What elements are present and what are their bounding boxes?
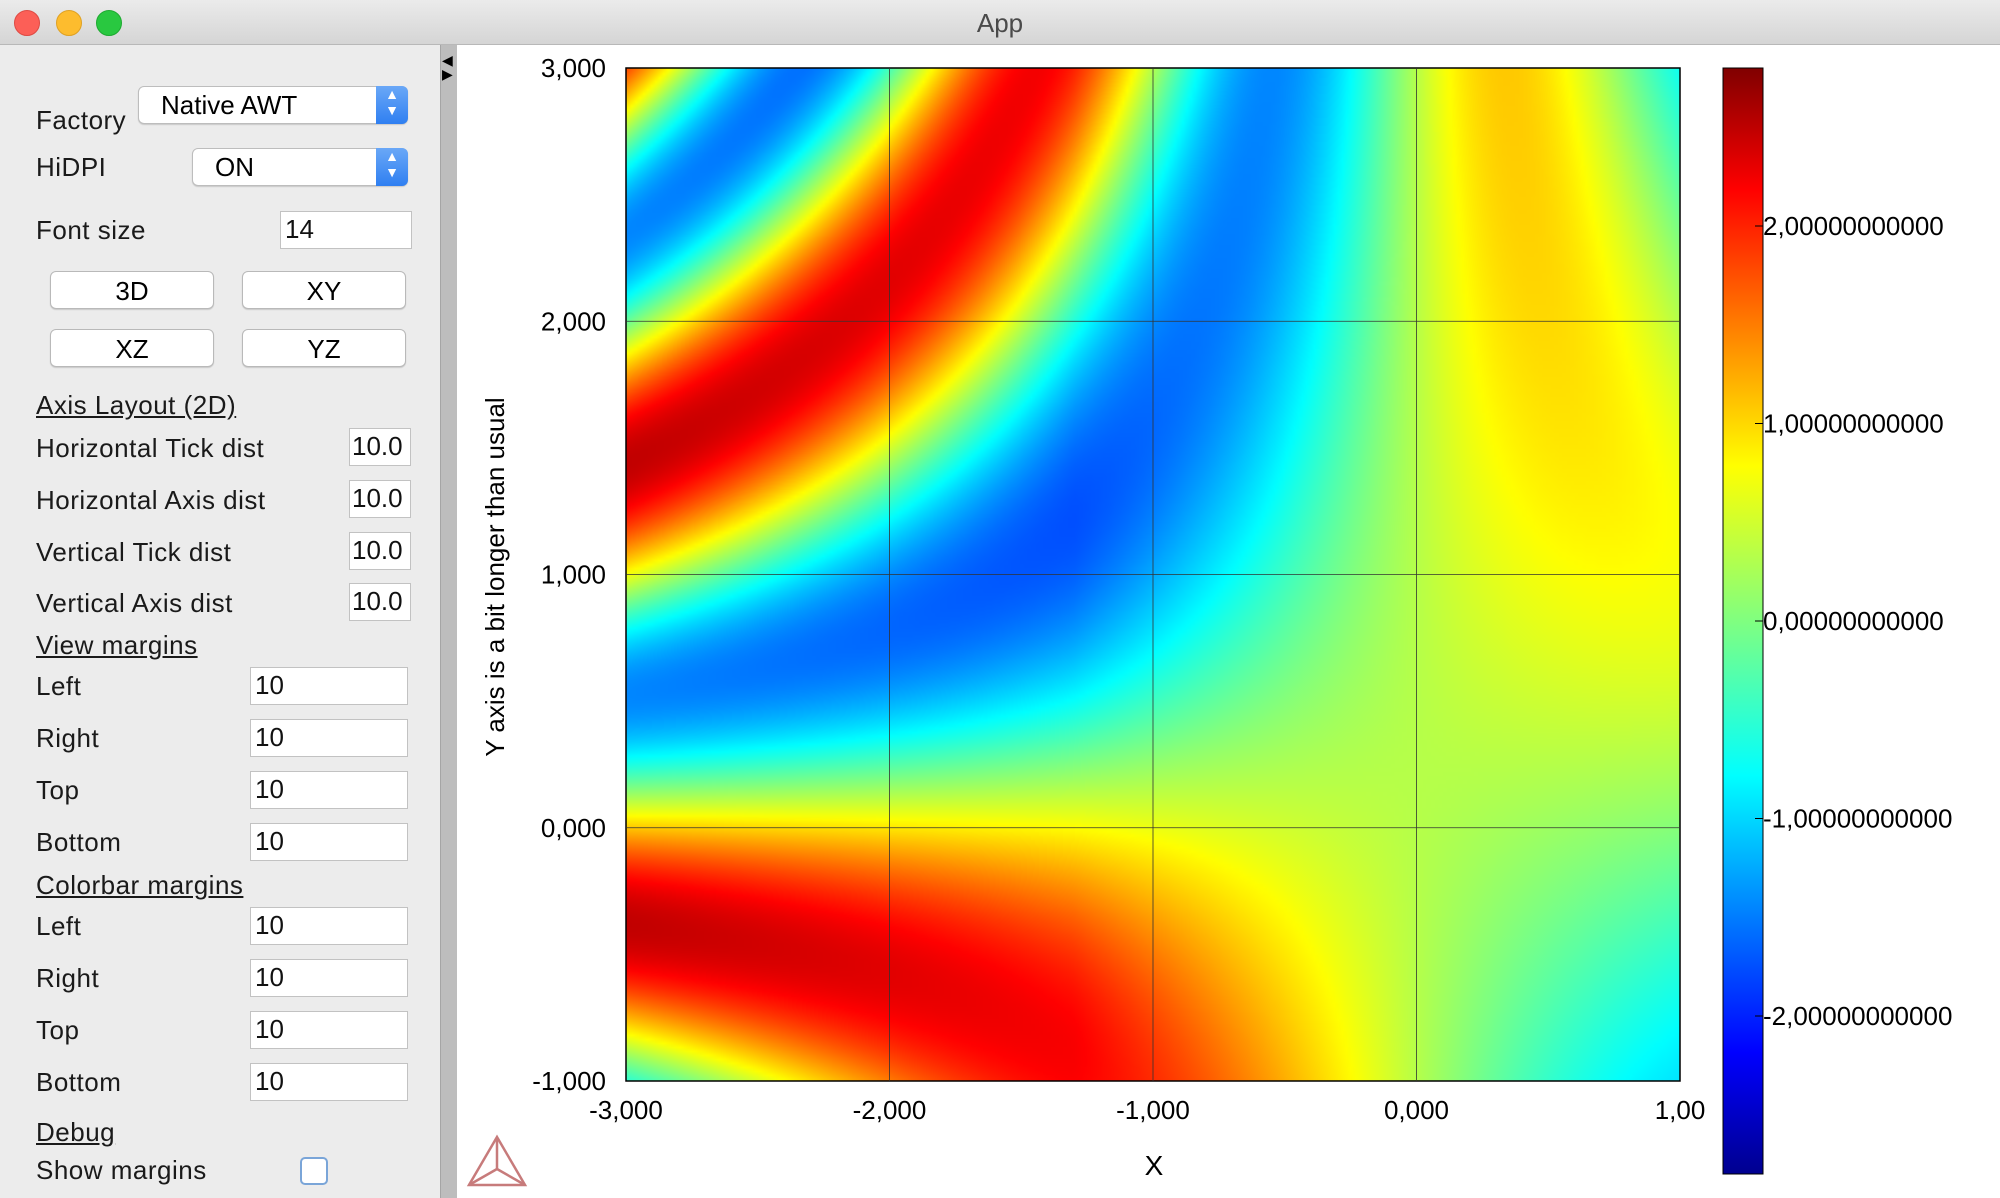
- font-size-field[interactable]: 14: [280, 211, 412, 249]
- factory-label: Factory: [36, 105, 127, 135]
- axis-layout-heading: Axis Layout (2D): [36, 390, 237, 420]
- chart-area: -3,000 -2,000 -1,000 0,000 1,00 3,000 2,000 1,…: [457, 45, 2000, 1198]
- colorbar-tick-label: 2,00000000000: [1763, 211, 1944, 241]
- y-tick-label: 2,000: [541, 306, 606, 336]
- colorbar-tick-label: 1,00000000000: [1763, 409, 1944, 439]
- heatmap-chart[interactable]: -3,000 -2,000 -1,000 0,000 1,00 3,000 2,000 1,…: [457, 45, 2000, 1198]
- x-tick-label: -3,000: [589, 1095, 663, 1125]
- y-tick-label: -1,000: [532, 1066, 606, 1096]
- horizontal-tick-dist-label: Horizontal Tick dist: [36, 433, 265, 463]
- horizontal-tick-dist-field[interactable]: 10.0: [349, 428, 411, 466]
- chevron-updown-icon: ▲ ▼: [376, 148, 408, 186]
- chevron-updown-icon: ▲ ▼: [376, 86, 408, 124]
- colorbar-margin-top-label: Top: [36, 1015, 80, 1045]
- y-tick-label: 0,000: [541, 813, 606, 843]
- vertical-tick-dist-field[interactable]: 10.0: [349, 532, 411, 570]
- horizontal-axis-dist-label: Horizontal Axis dist: [36, 485, 266, 515]
- window-titlebar: App: [0, 0, 2000, 45]
- y-tick-label: 1,000: [541, 560, 606, 590]
- y-tick-labels: 3,000 2,000 1,000 0,000 -1,000: [532, 53, 606, 1096]
- colorbar-tick-labels: 2,00000000000 1,00000000000 0,00000000000 -…: [1755, 211, 1952, 1031]
- colorbar-tick-label: -1,00000000000: [1763, 804, 1952, 834]
- x-tick-labels: -3,000 -2,000 -1,000 0,000 1,00: [589, 1095, 1705, 1125]
- view-margin-top-label: Top: [36, 775, 80, 805]
- colorbar-tick-label: -2,00000000000: [1763, 1001, 1952, 1031]
- x-tick-label: 0,000: [1384, 1095, 1449, 1125]
- split-divider[interactable]: ◀ ▶: [440, 45, 458, 1198]
- factory-select-value: Native AWT: [161, 90, 298, 120]
- factory-select[interactable]: Native AWT ▲ ▼: [138, 86, 408, 124]
- colorbar-tick-label: 0,00000000000: [1763, 606, 1944, 636]
- colorbar-margin-top-field[interactable]: 10: [250, 1011, 408, 1049]
- triangle-logo-icon: [466, 1134, 528, 1187]
- vertical-tick-dist-label: Vertical Tick dist: [36, 537, 232, 567]
- vertical-axis-dist-label: Vertical Axis dist: [36, 588, 233, 618]
- view-xz-button[interactable]: XZ: [50, 329, 214, 367]
- horizontal-axis-dist-field[interactable]: 10.0: [349, 480, 411, 518]
- y-tick-label: 3,000: [541, 53, 606, 83]
- x-tick-label: -2,000: [853, 1095, 927, 1125]
- view-xy-button[interactable]: XY: [242, 271, 406, 309]
- collapse-arrow-icon[interactable]: ◀ ▶: [442, 53, 456, 81]
- colorbar-margin-bottom-label: Bottom: [36, 1067, 122, 1097]
- colorbar-margin-left-field[interactable]: 10: [250, 907, 408, 945]
- view-margin-right-label: Right: [36, 723, 100, 753]
- colorbar-margin-right-label: Right: [36, 963, 100, 993]
- view-margin-left-field[interactable]: 10: [250, 667, 408, 705]
- view-margin-top-field[interactable]: 10: [250, 771, 408, 809]
- y-axis-label: Y axis is a bit longer than usual: [480, 397, 510, 756]
- font-size-label: Font size: [36, 215, 146, 245]
- view-margin-bottom-label: Bottom: [36, 827, 122, 857]
- window-title: App: [976, 8, 1024, 38]
- hidpi-select-value: ON: [215, 152, 254, 182]
- colorbar-margin-right-field[interactable]: 10: [250, 959, 408, 997]
- view-margin-bottom-field[interactable]: 10: [250, 823, 408, 861]
- colorbar-margin-bottom-field[interactable]: 10: [250, 1063, 408, 1101]
- x-axis-label: X: [1145, 1150, 1164, 1181]
- x-tick-label: -1,000: [1116, 1095, 1190, 1125]
- view-yz-button[interactable]: YZ: [242, 329, 406, 367]
- control-panel: Factory Native AWT ▲ ▼ HiDPI ON ▲ ▼ Font s…: [0, 45, 440, 1198]
- hidpi-select[interactable]: ON ▲ ▼: [192, 148, 408, 186]
- show-margins-label: Show margins: [36, 1155, 207, 1185]
- vertical-axis-dist-field[interactable]: 10.0: [349, 583, 411, 621]
- view-margins-heading: View margins: [36, 630, 198, 660]
- x-tick-label: 1,00: [1655, 1095, 1706, 1125]
- debug-heading: Debug: [36, 1117, 116, 1147]
- view-3d-button[interactable]: 3D: [50, 271, 214, 309]
- view-margin-left-label: Left: [36, 671, 82, 701]
- colorbar-margin-left-label: Left: [36, 911, 82, 941]
- show-margins-checkbox[interactable]: [300, 1157, 328, 1185]
- colorbar-margins-heading: Colorbar margins: [36, 870, 244, 900]
- hidpi-label: HiDPI: [36, 152, 107, 182]
- view-margin-right-field[interactable]: 10: [250, 719, 408, 757]
